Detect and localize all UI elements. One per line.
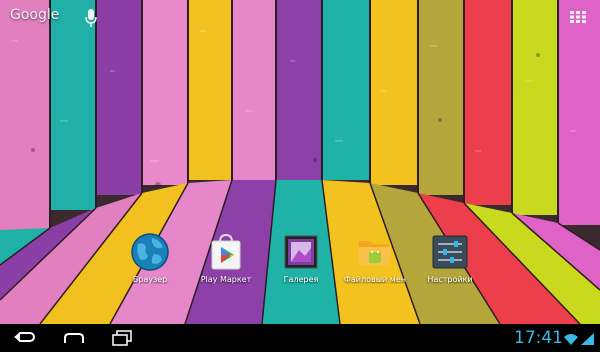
top-bar: Google xyxy=(0,0,600,34)
file-manager-label: Файловый мен xyxy=(344,275,406,284)
home-shortcuts: Браузер Play Маркет Галерея Файловый мен… xyxy=(0,232,600,292)
play-store-icon xyxy=(211,233,241,270)
signal-icon xyxy=(581,333,594,345)
home-screen: Google Браузер Play Маркет Галерея Файло… xyxy=(0,0,600,352)
app-drawer-icon[interactable] xyxy=(570,11,586,23)
gallery-shortcut[interactable]: Галерея xyxy=(261,232,341,284)
wifi-icon xyxy=(564,334,578,345)
microphone-icon[interactable] xyxy=(84,8,98,28)
file-manager-shortcut[interactable]: Файловый мен xyxy=(335,232,415,284)
folder-icon xyxy=(359,241,391,265)
home-icon[interactable] xyxy=(60,328,88,348)
status-icons xyxy=(564,333,594,345)
play-store-shortcut[interactable]: Play Маркет xyxy=(186,232,266,284)
gallery-icon xyxy=(284,235,318,269)
browser-label: Браузер xyxy=(132,275,168,284)
google-search-bar[interactable]: Google xyxy=(10,7,59,23)
settings-shortcut[interactable]: Настройки xyxy=(410,232,490,284)
globe-icon xyxy=(131,233,169,271)
gallery-label: Галерея xyxy=(283,275,319,284)
back-icon[interactable] xyxy=(10,328,38,348)
system-bar: 17:41 xyxy=(0,324,600,352)
browser-shortcut[interactable]: Браузер xyxy=(110,232,190,284)
status-clock: 17:41 xyxy=(514,328,563,348)
settings-label: Настройки xyxy=(427,275,473,284)
recent-apps-icon[interactable] xyxy=(108,328,136,348)
play-store-label: Play Маркет xyxy=(200,275,252,284)
settings-icon xyxy=(432,235,468,269)
